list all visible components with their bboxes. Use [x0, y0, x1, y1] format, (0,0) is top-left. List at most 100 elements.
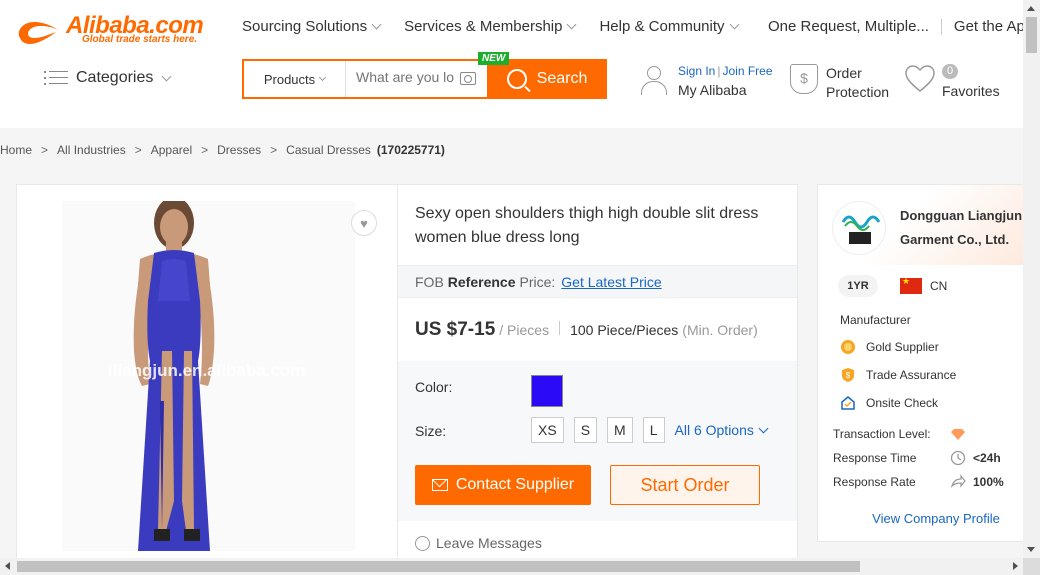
sign-in-link[interactable]: Sign In — [678, 64, 715, 78]
nav-services-membership[interactable]: Services & Membership — [404, 18, 577, 35]
order-protection-label: Protection — [826, 84, 890, 100]
all-options-label: All 6 Options — [674, 422, 754, 438]
alibaba-logo-icon — [18, 22, 58, 44]
fob-price-label: Price: — [519, 273, 556, 290]
alibaba-logo[interactable]: Alibaba.com Global trade starts here. — [14, 12, 214, 52]
search-input[interactable] — [356, 69, 454, 85]
china-flag-icon — [900, 276, 922, 294]
search-icon — [506, 69, 527, 89]
nav-label: Sourcing Solutions — [242, 18, 368, 35]
breadcrumb-dresses[interactable]: Dresses — [217, 143, 261, 157]
supplier-logo-icon — [841, 215, 881, 244]
contact-supplier-button[interactable]: Contact Supplier — [415, 465, 591, 505]
divider — [940, 18, 942, 35]
transaction-level-metric: Transaction Level: — [833, 427, 1023, 441]
horizontal-scroll-thumb[interactable] — [17, 561, 860, 572]
nav-label: Services & Membership — [404, 18, 563, 35]
breadcrumb-home[interactable]: Home — [0, 143, 32, 157]
metric-label: Response Rate — [833, 475, 916, 489]
breadcrumb-all-industries[interactable]: All Industries — [57, 143, 126, 157]
size-option-m[interactable]: M — [607, 417, 633, 443]
breadcrumb-apparel[interactable]: Apparel — [151, 143, 192, 157]
menu-icon — [44, 70, 68, 86]
breadcrumb-separator: > — [134, 143, 142, 157]
chevron-down-icon — [729, 19, 739, 30]
supplier-logo[interactable] — [832, 201, 886, 255]
heart-icon — [905, 65, 935, 92]
favorites-label: Favorites — [942, 83, 1000, 99]
start-order-button[interactable]: Start Order — [610, 465, 760, 505]
watermark: iliangjun.en.alibaba.com — [108, 361, 306, 380]
size-label: Size: — [415, 423, 447, 439]
fob-price-row: FOB Reference Price: Get Latest Price — [398, 265, 797, 298]
order-protection-label: Order — [826, 65, 862, 81]
chevron-down-icon — [567, 19, 577, 30]
top-nav-right: One Request, Multiple... Get the App — [768, 18, 1033, 35]
get-latest-price-link[interactable]: Get Latest Price — [561, 274, 661, 290]
metric-value: <24h — [973, 451, 1001, 465]
supplier-name-line: Garment Co., Ltd. — [900, 232, 1010, 247]
all-options-link[interactable]: All 6 Options — [674, 422, 769, 438]
trade-assurance-feature[interactable]: $ Trade Assurance — [840, 367, 956, 383]
breadcrumb-separator: > — [41, 143, 49, 157]
feature-label: Onsite Check — [866, 396, 939, 410]
product-options: Color: Size: XS S M L All 6 Options Cont… — [398, 361, 797, 521]
onsite-check-feature[interactable]: Onsite Check — [840, 395, 938, 411]
camera-icon[interactable] — [460, 72, 476, 85]
search-category-select[interactable]: Products — [244, 61, 346, 97]
view-company-profile-link[interactable]: View Company Profile — [818, 511, 1026, 526]
fob-prefix: FOB — [415, 273, 444, 290]
horizontal-scrollbar[interactable] — [0, 558, 1023, 575]
nav-help-community[interactable]: Help & Community — [599, 18, 739, 35]
add-to-favorites-button[interactable]: ♥ — [351, 210, 377, 236]
divider — [559, 321, 561, 335]
svg-text:$: $ — [846, 371, 851, 380]
search-category-label: Products — [263, 71, 316, 87]
size-option-l[interactable]: L — [642, 417, 665, 443]
onsite-check-icon — [841, 396, 855, 410]
scroll-left-arrow-icon[interactable] — [5, 562, 10, 570]
search-button-label: Search — [536, 70, 588, 87]
favorites-count-badge: 0 — [942, 64, 959, 79]
get-app-link[interactable]: Get the App — [954, 18, 1033, 35]
supplier-name[interactable]: Dongguan Liangjun Garment Co., Ltd. — [900, 204, 1026, 252]
scroll-down-arrow-icon[interactable] — [1027, 547, 1035, 552]
leave-messages-link[interactable]: Leave Messages — [415, 535, 542, 551]
size-option-xs[interactable]: XS — [531, 417, 564, 443]
response-time-metric: Response Time <24h — [833, 450, 1023, 466]
product-image[interactable]: iliangjun.en.alibaba.com — [62, 201, 355, 551]
metric-label: Transaction Level: — [833, 427, 931, 441]
product-title: Sexy open shoulders thigh high double sl… — [415, 205, 759, 246]
chevron-down-icon — [371, 19, 382, 30]
vertical-scroll-thumb[interactable] — [1026, 17, 1037, 53]
categories-menu[interactable]: Categories — [44, 69, 172, 87]
chat-icon — [415, 535, 430, 551]
color-swatch[interactable] — [531, 375, 563, 407]
join-free-link[interactable]: Join Free — [722, 64, 772, 78]
order-protection-link[interactable]: $ Order Protection — [790, 64, 889, 102]
scroll-right-arrow-icon[interactable] — [1013, 562, 1018, 570]
vertical-scrollbar[interactable] — [1023, 0, 1040, 558]
trade-assurance-shield-icon: $ — [842, 368, 854, 382]
feature-label: Gold Supplier — [866, 340, 939, 354]
scroll-up-arrow-icon[interactable] — [1027, 6, 1035, 11]
one-request-link[interactable]: One Request, Multiple... — [768, 18, 929, 35]
user-icon — [640, 66, 668, 96]
site-header: Alibaba.com Global trade starts here. So… — [0, 0, 1033, 128]
my-alibaba-link[interactable]: My Alibaba — [678, 82, 773, 98]
supplier-name-line: Dongguan Liangjun — [900, 208, 1023, 223]
leave-messages-label: Leave Messages — [436, 535, 542, 551]
price-unit: / Pieces — [499, 322, 550, 338]
metric-value: 100% — [973, 475, 1004, 489]
gold-supplier-feature[interactable]: Gold Supplier — [840, 339, 939, 355]
search-bar: Products Search NEW — [242, 52, 607, 99]
size-option-s[interactable]: S — [573, 417, 598, 443]
nav-sourcing-solutions[interactable]: Sourcing Solutions — [242, 18, 382, 35]
price-range: US $7-15 — [415, 319, 496, 340]
favorites-link[interactable]: 0 Favorites — [904, 64, 1000, 99]
divider: | — [717, 64, 721, 78]
clock-icon — [950, 450, 966, 466]
breadcrumb-casual-dresses[interactable]: Casual Dresses — [286, 143, 371, 157]
search-button[interactable]: Search — [487, 59, 607, 99]
gold-medal-icon — [841, 340, 855, 354]
